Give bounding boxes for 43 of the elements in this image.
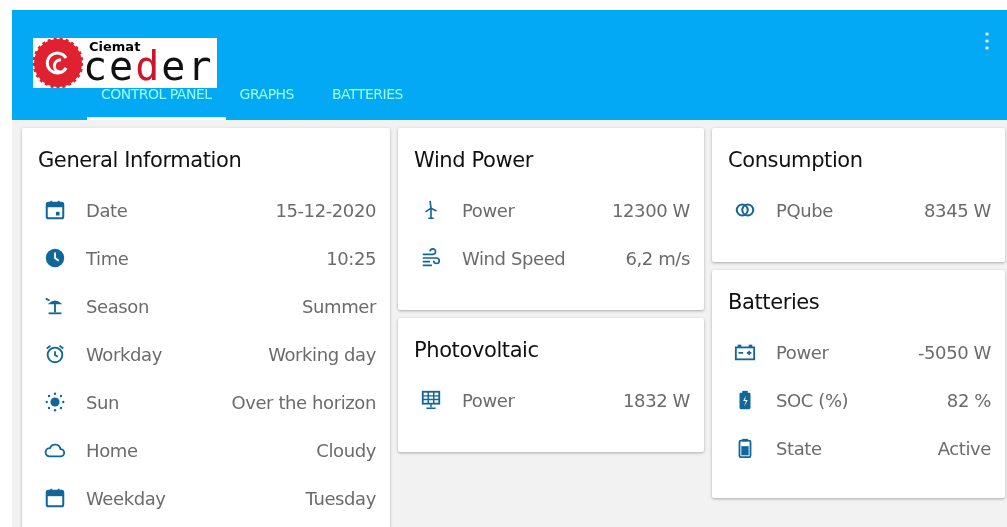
field-value: Active: [936, 437, 991, 459]
field-label: Season: [86, 295, 149, 317]
alarm-clock-icon: [44, 343, 66, 365]
solar-panel-icon: [420, 389, 442, 411]
card-title: Batteries: [728, 290, 821, 314]
field-value: Working day: [267, 343, 376, 365]
field-label: Sun: [86, 391, 120, 413]
sun-icon: [44, 391, 66, 413]
field-label: State: [776, 437, 822, 459]
field-value: -5050 W: [916, 341, 991, 363]
clock-icon: [44, 247, 66, 269]
field-value: 6,2 m/s: [624, 247, 690, 269]
field-label: PQube: [776, 199, 833, 221]
card-title: Wind Power: [414, 148, 535, 172]
field-label: Power: [462, 389, 515, 411]
field-label: Power: [776, 341, 829, 363]
field-value: Tuesday: [304, 487, 376, 509]
card-title: General Information: [38, 148, 243, 172]
field-value: 8345 W: [923, 199, 991, 221]
field-label: Weekday: [86, 487, 166, 509]
nav-tab[interactable]: GRAPHS: [225, 82, 308, 120]
calendar-icon: [44, 487, 66, 509]
wind-icon: [420, 247, 442, 269]
field-value: Over the horizon: [230, 391, 376, 413]
field-label: Wind Speed: [462, 247, 566, 269]
field-value: 15-12-2020: [274, 199, 376, 221]
field-value: Summer: [301, 295, 376, 317]
card-title: Photovoltaic: [414, 338, 540, 362]
field-value: 82 %: [945, 389, 991, 411]
field-label: Workday: [86, 343, 162, 365]
field-value: 10:25: [325, 247, 376, 269]
field-label: Time: [86, 247, 129, 269]
field-value: 12300 W: [611, 199, 690, 221]
field-value: Cloudy: [315, 439, 376, 461]
field-label: Home: [86, 439, 138, 461]
logo-text: Ciemat: [89, 39, 141, 54]
field-value: 1832 W: [622, 389, 690, 411]
field-label: SOC (%): [776, 389, 849, 411]
card-title: Consumption: [728, 148, 864, 172]
field-label: Date: [86, 199, 128, 221]
field-label: Power: [462, 199, 515, 221]
nav-tab[interactable]: BATTERIES: [318, 82, 417, 120]
calendar-icon: [44, 199, 66, 221]
